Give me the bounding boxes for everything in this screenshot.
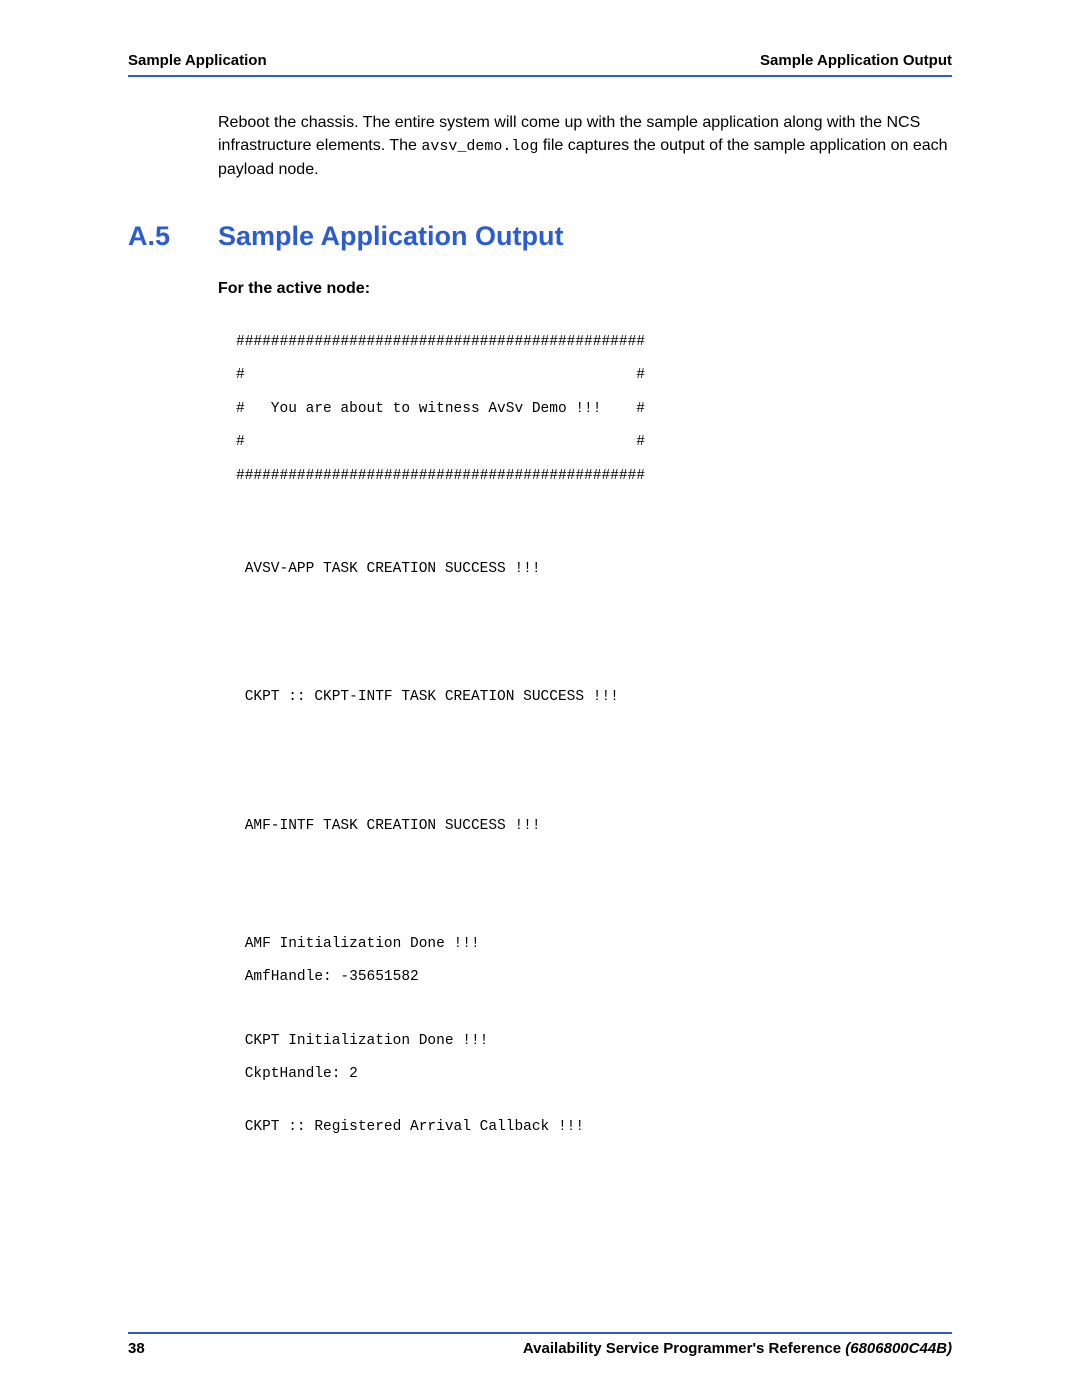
header-left: Sample Application <box>128 52 267 69</box>
code-line: CKPT :: Registered Arrival Callback !!! <box>236 1111 952 1144</box>
section-title: Sample Application Output <box>218 221 564 252</box>
footer-reference: Availability Service Programmer's Refere… <box>523 1340 952 1357</box>
intro-paragraph: Reboot the chassis. The entire system wi… <box>218 111 952 181</box>
code-line: AMF-INTF TASK CREATION SUCCESS !!! <box>236 810 952 843</box>
section-number: A.5 <box>128 221 192 252</box>
footer-docnum: (6806800C44B) <box>845 1340 952 1357</box>
code-line: AVSV-APP TASK CREATION SUCCESS !!! <box>236 553 952 586</box>
code-line: AMF Initialization Done !!! <box>236 928 952 961</box>
page-body: Reboot the chassis. The entire system wi… <box>128 77 952 1145</box>
page-header: Sample Application Sample Application Ou… <box>128 52 952 77</box>
code-line: # You are about to witness AvSv Demo !!!… <box>236 393 952 426</box>
code-line: CKPT Initialization Done !!! <box>236 1025 952 1058</box>
code-line: CkptHandle: 2 <box>236 1058 952 1091</box>
subheading: For the active node: <box>218 280 952 298</box>
footer-title: Availability Service Programmer's Refere… <box>523 1340 845 1357</box>
code-line: CKPT :: CKPT-INTF TASK CREATION SUCCESS … <box>236 681 952 714</box>
code-line: AmfHandle: -35651582 <box>236 961 952 994</box>
code-output: ########################################… <box>218 326 952 1144</box>
code-line: ########################################… <box>236 326 952 359</box>
code-line: # # <box>236 359 952 392</box>
code-line: ########################################… <box>236 460 952 493</box>
page-number: 38 <box>128 1340 145 1357</box>
inline-code: avsv_demo.log <box>421 138 538 155</box>
code-line: # # <box>236 426 952 459</box>
header-right: Sample Application Output <box>760 52 952 69</box>
page-footer: 38 Availability Service Programmer's Ref… <box>128 1332 952 1357</box>
section-heading: A.5 Sample Application Output <box>128 221 952 252</box>
